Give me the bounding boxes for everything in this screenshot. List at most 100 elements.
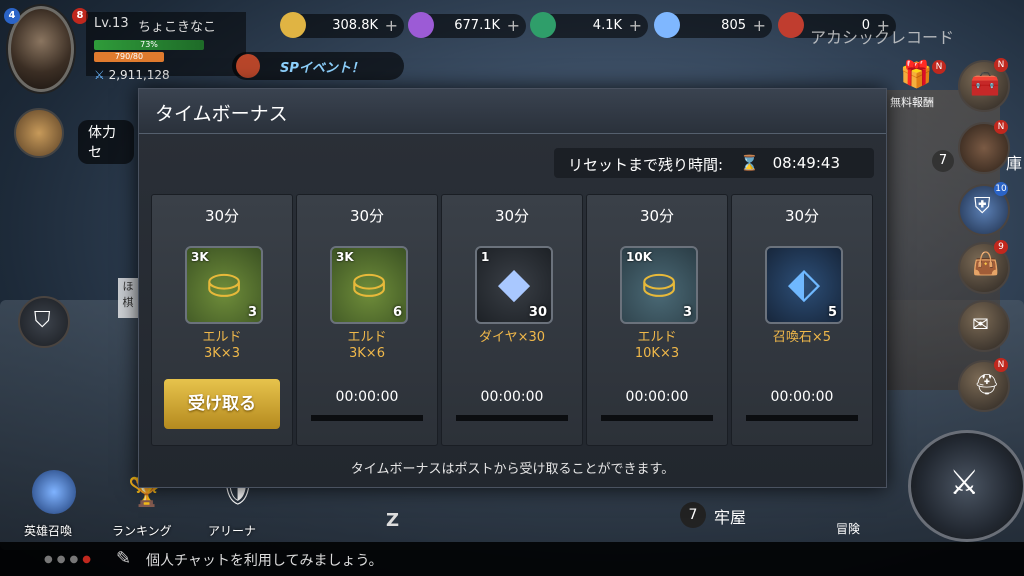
helmet-button[interactable]: ⛑ N xyxy=(958,358,1010,412)
chat-prompt: 個人チャットを利用してみましょう。 xyxy=(146,553,383,569)
free-reward-badge: N xyxy=(932,60,946,74)
avatar-level-badge: 4 xyxy=(4,8,20,24)
item-diamond[interactable]: ◆ 1 30 xyxy=(475,246,553,324)
mail-button[interactable]: ✉ xyxy=(958,300,1010,352)
prison-count: 7 xyxy=(680,502,706,528)
gold-coins-icon: ⛀ xyxy=(351,258,387,307)
card-duration: 30分 xyxy=(784,207,820,225)
hero-button[interactable]: N xyxy=(958,120,1010,174)
item-qty: 6 xyxy=(392,305,402,320)
add-orb-button[interactable]: + xyxy=(629,16,642,35)
card-progress-bar xyxy=(311,415,423,421)
add-crystal-button[interactable]: + xyxy=(507,16,520,35)
dialog-title: タイムボーナス xyxy=(155,103,288,125)
gift-icon: 🎁 xyxy=(900,60,933,90)
purple-crystal-icon xyxy=(408,12,434,38)
item-tag: 3K xyxy=(336,250,354,264)
resource-gold[interactable]: 308.8K + xyxy=(280,12,404,38)
sp-event-button[interactable]: SPイベント！ xyxy=(232,52,404,80)
card-progress-bar xyxy=(456,415,568,421)
arena-label: アリーナ xyxy=(208,524,257,538)
item-name-line1: 召喚石×5 xyxy=(772,330,832,345)
item-tag: 3K xyxy=(191,250,209,264)
resource-gold-value: 308.8K xyxy=(332,18,378,33)
helmet-icon: ⛑ xyxy=(974,372,1000,396)
combat-power-value: 2,911,128 xyxy=(108,68,170,82)
player-level: Lv.13 xyxy=(94,16,129,31)
chest-button[interactable]: 🧰 N xyxy=(958,58,1010,112)
add-diamond-button[interactable]: + xyxy=(753,16,766,35)
item-eld-coins[interactable]: ⛀ 10K 3 xyxy=(620,246,698,324)
item-name: エルド 3K×3 xyxy=(152,330,292,362)
item-qty: 3 xyxy=(247,305,257,320)
card-duration: 30分 xyxy=(349,207,385,225)
card-duration: 30分 xyxy=(204,207,240,225)
shield-menu-button[interactable]: ⛉ xyxy=(18,296,70,348)
dialog-footer-note: タイムボーナスはポストから受け取ることができます。 xyxy=(350,462,675,477)
prison-button[interactable]: 7 牢屋 xyxy=(680,500,760,532)
item-eld-coins[interactable]: ⛀ 3K 3 xyxy=(185,246,263,324)
gold-coins-icon: ⛀ xyxy=(206,258,242,307)
summon-stone-icon: ⬖ xyxy=(787,258,821,307)
card-progress-bar xyxy=(746,415,858,421)
sp-event-label: SPイベント！ xyxy=(280,61,364,76)
hero-summon-button[interactable]: 英雄召喚 xyxy=(18,470,90,540)
resource-orb[interactable]: 4.1K + xyxy=(530,12,648,38)
item-name-line1: エルド xyxy=(347,330,387,345)
reset-timer-box: リセットまで残り時間: ⌛ 08:49:43 xyxy=(554,148,874,178)
stamina-button[interactable]: 体力セ xyxy=(14,108,134,164)
chest-badge: N xyxy=(994,58,1008,72)
claim-button[interactable]: 受け取る xyxy=(164,379,280,429)
z-glyph: Z xyxy=(386,510,400,531)
resource-crystal[interactable]: 677.1K + xyxy=(408,12,526,38)
warehouse-count: 7 xyxy=(932,150,954,172)
resource-diamond-value: 805 xyxy=(721,18,746,33)
sword-icon: ⚔ xyxy=(94,68,105,82)
hidden-left-text: ほ 棋 xyxy=(118,278,138,318)
bonus-card-3: 30分 ◆ 1 30 ダイヤ×30 00:00:00 xyxy=(441,194,583,446)
item-qty: 5 xyxy=(827,305,837,320)
reset-label: リセットまで残り時間: xyxy=(568,156,724,174)
green-orb-icon xyxy=(530,12,556,38)
item-name: ダイヤ×30 xyxy=(442,330,582,346)
time-bonus-dialog: タイムボーナス リセットまで残り時間: ⌛ 08:49:43 30分 ⛀ 3K … xyxy=(138,88,887,488)
free-reward-label: 無料報酬 xyxy=(890,96,934,109)
item-tag: 1 xyxy=(481,250,490,264)
exp-bar: 790/80 xyxy=(94,52,164,62)
bag-button[interactable]: 👜 9 xyxy=(958,240,1010,294)
free-reward-button[interactable]: 🎁 無料報酬 N xyxy=(888,60,946,112)
dialog-header: タイムボーナス xyxy=(139,89,886,134)
compass-wheel[interactable]: ⚔ xyxy=(908,430,1024,542)
page-indicator-dots: ●●●● xyxy=(44,554,95,565)
item-name-line2: 3K×6 xyxy=(349,346,385,361)
top-bar: 4 8 Lv.13 ちょこきなこ 73% 790/80 ⚔ 2,911,128 … xyxy=(0,0,1024,92)
guild-icon: ⛨ xyxy=(974,194,991,219)
stamina-label: 体力セ xyxy=(78,120,134,164)
hp-bar: 73% xyxy=(94,40,204,50)
add-gold-button[interactable]: + xyxy=(385,16,398,35)
hero-summon-label: 英雄召喚 xyxy=(24,524,73,538)
guild-button[interactable]: ⛨ 10 xyxy=(958,182,1010,236)
chest-icon: 🧰 xyxy=(970,70,1000,98)
item-eld-coins[interactable]: ⛀ 3K 6 xyxy=(330,246,408,324)
card-progress-bar xyxy=(601,415,713,421)
item-tag: 10K xyxy=(626,250,652,264)
adventure-button[interactable]: 冒険 xyxy=(814,486,894,538)
card-timer: 00:00:00 xyxy=(480,389,544,405)
item-name: 召喚石×5 xyxy=(732,330,872,346)
bonus-card-5: 30分 ⬖ 5 召喚石×5 00:00:00 xyxy=(731,194,873,446)
arcana-label[interactable]: アカシックレコード xyxy=(810,24,954,48)
card-timer: 00:00:00 xyxy=(770,389,834,405)
ruby-icon xyxy=(778,12,804,38)
resource-diamond[interactable]: 805 + xyxy=(654,12,772,38)
adventure-label: 冒険 xyxy=(836,522,861,536)
reset-time: 08:49:43 xyxy=(772,154,840,172)
crossed-swords-icon: ⚔ xyxy=(949,463,980,503)
prison-label: 牢屋 xyxy=(714,508,747,527)
item-summon-stone[interactable]: ⬖ 5 xyxy=(765,246,843,324)
item-name-line1: エルド xyxy=(637,330,677,345)
item-name: エルド 10K×3 xyxy=(587,330,727,362)
resource-orb-value: 4.1K xyxy=(592,18,622,33)
chat-bar[interactable]: ●●●● ✎ 個人チャットを利用してみましょう。 xyxy=(0,542,1024,576)
bonus-card-2: 30分 ⛀ 3K 6 エルド 3K×6 00:00:00 xyxy=(296,194,438,446)
